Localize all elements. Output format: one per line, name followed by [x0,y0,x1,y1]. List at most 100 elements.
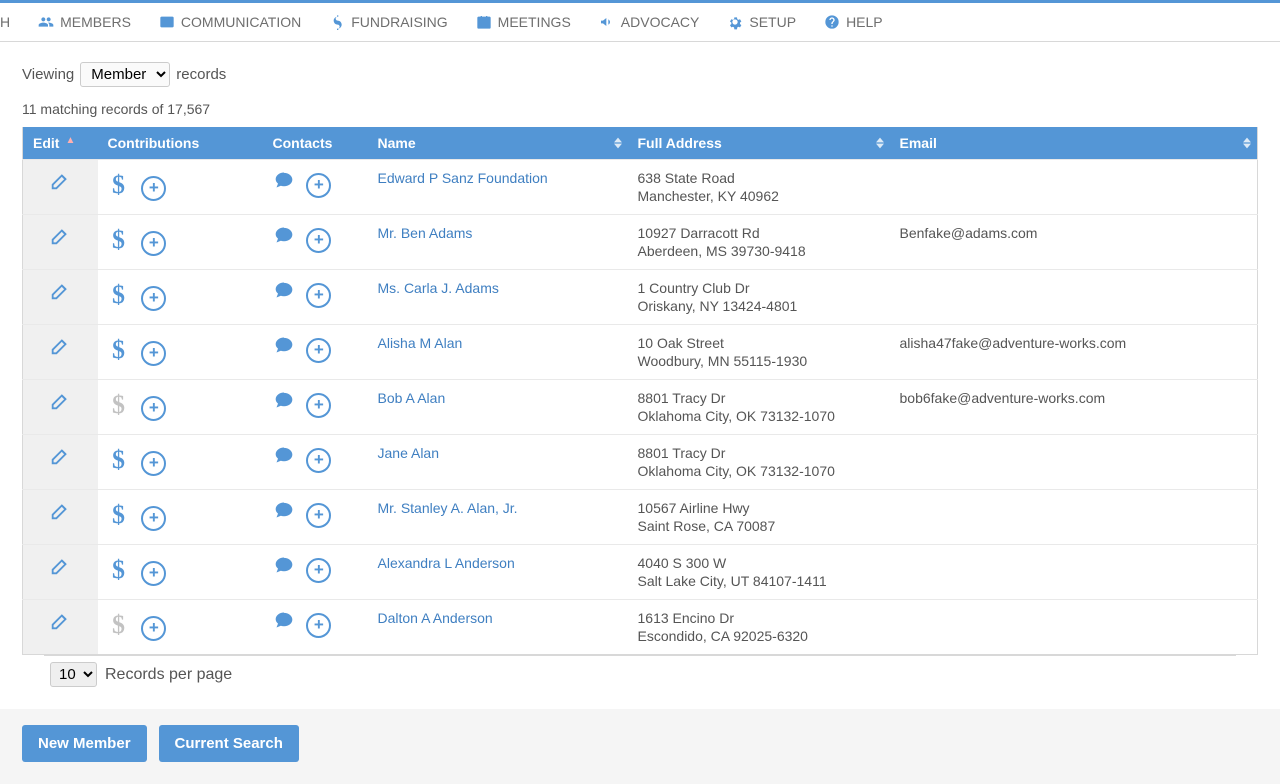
add-contact-icon[interactable]: + [306,338,331,363]
address-line2: Oklahoma City, OK 73132-1070 [638,463,880,479]
top-nav: H MEMBERS COMMUNICATION FUNDRAISING MEET… [0,0,1280,42]
chat-icon[interactable] [273,390,295,410]
table-row: $ + + Ms. Carla J. Adams 1 Country Club … [23,270,1258,325]
member-name-link[interactable]: Jane Alan [378,445,440,461]
record-type-select[interactable]: Member [80,62,170,87]
nav-communication[interactable]: COMMUNICATION [153,10,307,34]
add-contact-icon[interactable]: + [306,283,331,308]
member-name-link[interactable]: Bob A Alan [378,390,446,406]
member-name-link[interactable]: Mr. Stanley A. Alan, Jr. [378,500,518,516]
col-header-edit[interactable]: Edit▲ [23,127,98,160]
add-contribution-icon[interactable]: + [141,286,166,311]
nav-help[interactable]: HELP [818,10,889,34]
edit-icon[interactable] [49,170,71,192]
chat-icon[interactable] [273,610,295,630]
current-search-button[interactable]: Current Search [159,725,299,762]
member-name-link[interactable]: Alisha M Alan [378,335,463,351]
col-header-label: Name [378,135,416,151]
nav-advocacy[interactable]: ADVOCACY [593,10,706,34]
edit-icon[interactable] [49,555,71,577]
table-row: $ + + Alisha M Alan 10 Oak Street Woodbu… [23,325,1258,380]
add-contact-icon[interactable]: + [306,503,331,528]
col-header-name[interactable]: Name [368,127,628,160]
add-contact-icon[interactable]: + [306,173,331,198]
pager: 10 Records per page [44,655,1236,693]
per-page-select[interactable]: 10 [50,662,97,687]
nav-members[interactable]: MEMBERS [32,10,137,34]
col-header-contributions[interactable]: Contributions [98,127,263,160]
add-contribution-icon[interactable]: + [141,451,166,476]
sort-icon [1243,138,1251,149]
add-contact-icon[interactable]: + [306,228,331,253]
dollar-icon[interactable]: $ [108,225,130,255]
member-name-link[interactable]: Dalton A Anderson [378,610,493,626]
address-line1: 638 State Road [638,170,880,186]
edit-icon[interactable] [49,610,71,632]
bullhorn-icon [599,14,615,30]
address-line1: 8801 Tracy Dr [638,445,880,461]
edit-icon[interactable] [49,280,71,302]
sort-icon [614,138,622,149]
member-name-link[interactable]: Alexandra L Anderson [378,555,515,571]
add-contribution-icon[interactable]: + [141,506,166,531]
address-line2: Aberdeen, MS 39730-9418 [638,243,880,259]
chat-icon[interactable] [273,170,295,190]
dollar-icon[interactable]: $ [108,280,130,310]
nav-label: HELP [846,14,883,30]
add-contact-icon[interactable]: + [306,558,331,583]
edit-icon[interactable] [49,445,71,467]
email-text: bob6fake@adventure-works.com [900,390,1106,406]
users-icon [38,14,54,30]
member-name-link[interactable]: Ms. Carla J. Adams [378,280,499,296]
add-contribution-icon[interactable]: + [141,341,166,366]
dollar-icon[interactable]: $ [108,555,130,585]
nav-fundraising[interactable]: FUNDRAISING [323,10,453,34]
table-row: $ + + Dalton A Anderson 1613 Encino Dr E… [23,600,1258,655]
nav-label: MEETINGS [498,14,571,30]
add-contribution-icon[interactable]: + [141,231,166,256]
nav-meetings[interactable]: MEETINGS [470,10,577,34]
member-name-link[interactable]: Mr. Ben Adams [378,225,473,241]
col-header-email[interactable]: Email [890,127,1258,160]
per-page-label: Records per page [105,666,232,684]
edit-icon[interactable] [49,390,71,412]
table-row: $ + + Mr. Ben Adams 10927 Darracott Rd A… [23,215,1258,270]
add-contact-icon[interactable]: + [306,448,331,473]
chat-icon[interactable] [273,225,295,245]
nav-setup[interactable]: SETUP [721,10,802,34]
dollar-icon[interactable]: $ [108,170,130,200]
chat-icon[interactable] [273,335,295,355]
col-header-full-address[interactable]: Full Address [628,127,890,160]
chat-icon[interactable] [273,500,295,520]
add-contact-icon[interactable]: + [306,393,331,418]
col-header-contacts[interactable]: Contacts [263,127,368,160]
dollar-icon[interactable]: $ [108,335,130,365]
address-line2: Saint Rose, CA 70087 [638,518,880,534]
question-icon [824,14,840,30]
address-line1: 10927 Darracott Rd [638,225,880,241]
edit-icon[interactable] [49,335,71,357]
dollar-icon[interactable]: $ [108,610,130,640]
dollar-icon [329,14,345,30]
nav-search-fragment[interactable]: H [0,10,16,34]
address-line1: 1 Country Club Dr [638,280,880,296]
add-contribution-icon[interactable]: + [141,616,166,641]
dollar-icon[interactable]: $ [108,390,130,420]
add-contribution-icon[interactable]: + [141,176,166,201]
add-contribution-icon[interactable]: + [141,561,166,586]
nav-label: SETUP [749,14,796,30]
new-member-button[interactable]: New Member [22,725,147,762]
chat-icon[interactable] [273,555,295,575]
address-line1: 10567 Airline Hwy [638,500,880,516]
add-contact-icon[interactable]: + [306,613,331,638]
chat-icon[interactable] [273,445,295,465]
dollar-icon[interactable]: $ [108,445,130,475]
edit-icon[interactable] [49,500,71,522]
chat-icon[interactable] [273,280,295,300]
address-line2: Escondido, CA 92025-6320 [638,628,880,644]
member-name-link[interactable]: Edward P Sanz Foundation [378,170,548,186]
add-contribution-icon[interactable]: + [141,396,166,421]
address-line1: 8801 Tracy Dr [638,390,880,406]
dollar-icon[interactable]: $ [108,500,130,530]
edit-icon[interactable] [49,225,71,247]
